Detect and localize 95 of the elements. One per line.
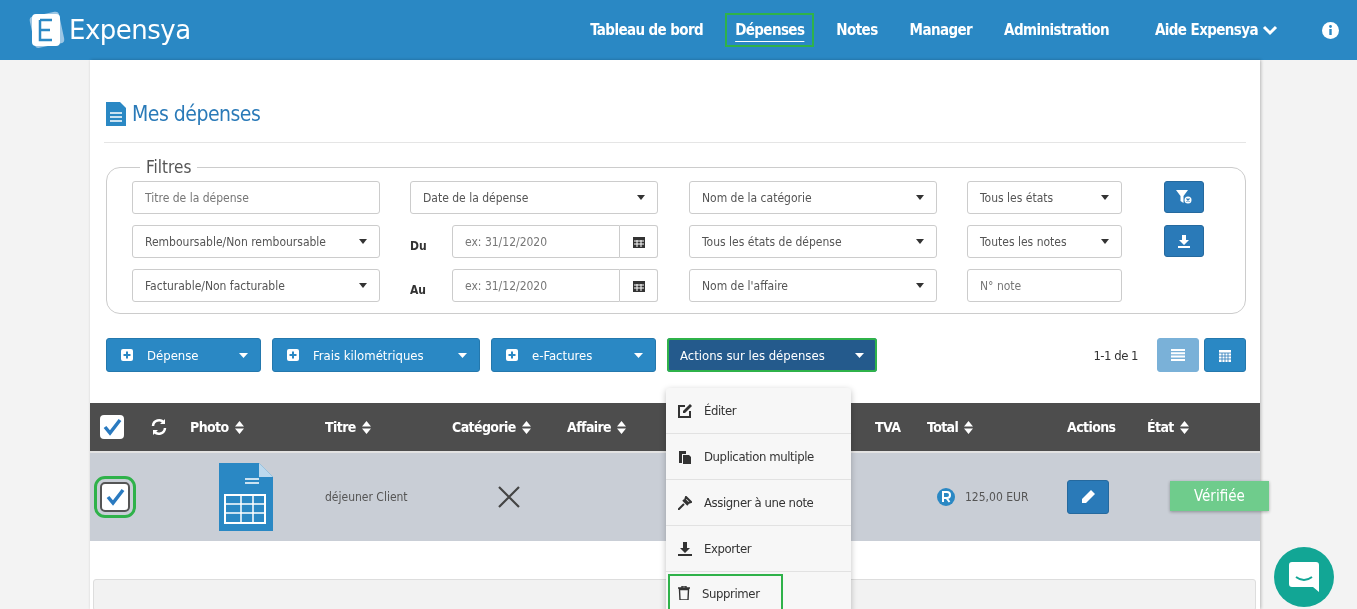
- date-label: Au: [410, 281, 428, 297]
- nav-link[interactable]: Dépenses: [725, 13, 815, 47]
- column-header[interactable]: Photo: [190, 419, 244, 435]
- nav-link[interactable]: Notes: [826, 13, 888, 47]
- select-field[interactable]: Tous les états: [967, 181, 1122, 214]
- menu-item[interactable]: Supprimer: [666, 572, 785, 609]
- calendar-icon: [632, 279, 645, 292]
- column-header[interactable]: TVA: [875, 419, 901, 435]
- select-field[interactable]: Date de la dépense: [410, 181, 658, 214]
- calendar-view-button[interactable]: [1204, 338, 1246, 372]
- text-field[interactable]: N° note: [967, 269, 1122, 302]
- plus-icon: [287, 349, 299, 361]
- sort-icon: [361, 420, 371, 434]
- pencil-icon: [1080, 489, 1096, 505]
- expense-title: déjeuner Client: [325, 490, 408, 504]
- pagination-count: 1-1 de 1: [1093, 347, 1138, 363]
- brand-name: Expensya: [69, 15, 191, 45]
- nav-link[interactable]: Tableau de bord: [580, 13, 714, 47]
- column-header[interactable]: État: [1147, 419, 1189, 435]
- refresh-icon[interactable]: [150, 418, 168, 436]
- date-label: Du: [410, 237, 428, 253]
- chat-icon: [1289, 562, 1319, 592]
- sort-icon: [617, 420, 627, 434]
- select-field[interactable]: Tous les états de dépense: [689, 225, 937, 258]
- caret-icon: [637, 195, 645, 200]
- expense-total: 125,00 EUR: [965, 490, 1029, 504]
- checkmark-icon: [105, 488, 125, 506]
- caret-icon: [634, 352, 643, 358]
- select-field[interactable]: Facturable/Non facturable: [132, 269, 380, 302]
- column-header[interactable]: Catégorie: [452, 419, 531, 435]
- sort-icon: [964, 420, 974, 434]
- clear-filter-button[interactable]: [1164, 181, 1204, 213]
- caret-icon: [916, 239, 924, 244]
- calendar-icon: [1219, 348, 1231, 362]
- copy-icon: [678, 449, 692, 464]
- info-icon[interactable]: [1322, 21, 1339, 39]
- caret-icon: [359, 239, 367, 244]
- caret-icon: [916, 195, 924, 200]
- caret-icon: [239, 352, 248, 358]
- plus-icon: [121, 349, 133, 361]
- toolbar-button[interactable]: Dépense: [106, 338, 261, 372]
- select-field[interactable]: Remboursable/Non remboursable: [132, 225, 380, 258]
- status-badge: Vérifiée: [1170, 481, 1269, 511]
- select-all-checkbox[interactable]: [100, 415, 124, 439]
- checkmark-icon: [102, 418, 122, 436]
- toolbar-button[interactable]: Actions sur les dépenses: [667, 338, 877, 372]
- calendar-icon: [632, 235, 645, 248]
- sort-icon: [521, 420, 531, 434]
- select-field[interactable]: Nom de l'affaire: [689, 269, 937, 302]
- menu-item[interactable]: Duplication multiple: [666, 434, 851, 480]
- caret-icon: [359, 283, 367, 288]
- filter-icon: [1176, 190, 1192, 204]
- fork-knife-icon: [497, 486, 521, 508]
- select-field[interactable]: Toutes les notes: [967, 225, 1122, 258]
- chat-button[interactable]: [1274, 547, 1334, 607]
- download-icon: [678, 541, 692, 556]
- nav-link[interactable]: Administration: [994, 13, 1119, 47]
- help-menu[interactable]: Aide Expensya: [1144, 13, 1288, 47]
- caret-icon: [458, 352, 467, 358]
- edit-icon: [678, 403, 692, 418]
- column-header[interactable]: Total: [927, 419, 974, 435]
- trash-icon: [678, 586, 690, 600]
- sort-icon: [234, 420, 244, 434]
- text-field[interactable]: Titre de la dépense: [132, 181, 380, 214]
- column-header[interactable]: Actions: [1067, 419, 1116, 435]
- nav-link[interactable]: Manager: [899, 13, 983, 47]
- column-header[interactable]: Titre: [325, 419, 371, 435]
- chevron-icon: [1262, 24, 1278, 36]
- caret-icon: [1101, 239, 1109, 244]
- document-icon: [106, 102, 126, 126]
- caret-icon: [1101, 195, 1109, 200]
- list-icon: [1171, 349, 1185, 361]
- calendar-button[interactable]: [620, 269, 658, 302]
- page-title: Mes dépenses: [132, 102, 261, 126]
- menu-item[interactable]: Exporter: [666, 526, 851, 572]
- filters-legend: Filtres: [140, 157, 198, 177]
- menu-item[interactable]: Assigner à une note: [666, 480, 851, 526]
- download-button[interactable]: [1164, 225, 1204, 257]
- toolbar-button[interactable]: e-Factures: [491, 338, 656, 372]
- calendar-button[interactable]: [620, 225, 658, 258]
- select-field[interactable]: Nom de la catégorie: [689, 181, 937, 214]
- column-header[interactable]: Affaire: [567, 419, 627, 435]
- caret-icon: [916, 283, 924, 288]
- caret-icon: [855, 352, 864, 358]
- date-field[interactable]: ex: 31/12/2020: [452, 269, 620, 302]
- refundable-icon: [937, 488, 955, 506]
- plus-icon: [506, 349, 518, 361]
- date-field[interactable]: ex: 31/12/2020: [452, 225, 620, 258]
- edit-button[interactable]: [1067, 480, 1109, 514]
- toolbar-button[interactable]: Frais kilométriques: [272, 338, 480, 372]
- pin-icon: [678, 495, 692, 510]
- invoice-icon: [219, 463, 273, 531]
- menu-item[interactable]: Éditer: [666, 388, 851, 434]
- sort-icon: [1179, 420, 1189, 434]
- download-icon: [1177, 234, 1191, 248]
